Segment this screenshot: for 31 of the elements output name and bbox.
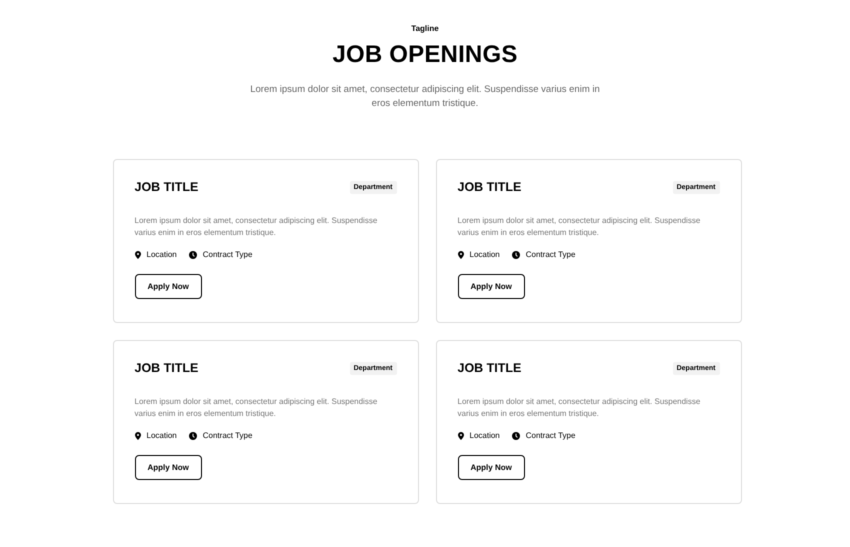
location-label: Location xyxy=(470,431,500,440)
job-description: Lorem ipsum dolor sit amet, consectetur adipiscing elit. Suspendisse varius enim in eros elementum tristique. xyxy=(134,215,378,239)
clock-icon xyxy=(512,250,520,258)
clock-icon xyxy=(188,432,197,440)
location-pin-icon xyxy=(458,250,464,258)
contract-type-label: Contract Type xyxy=(202,250,252,259)
page-description: Lorem ipsum dolor sit amet, consectetur adipiscing elit. Suspendisse varius enim in eros elementum tristique. xyxy=(249,83,601,111)
job-title: JOB TITLE xyxy=(134,361,198,375)
tagline: Tagline xyxy=(411,24,439,33)
location-label: Location xyxy=(470,250,500,259)
apply-button[interactable]: Apply Now xyxy=(458,455,525,480)
apply-button[interactable]: Apply Now xyxy=(134,455,202,480)
contract-type-label: Contract Type xyxy=(202,431,252,440)
job-title: JOB TITLE xyxy=(458,361,522,375)
contract-type-label: Contract Type xyxy=(526,431,576,440)
job-description: Lorem ipsum dolor sit amet, consectetur adipiscing elit. Suspendisse varius enim in eros elementum tristique. xyxy=(458,396,702,420)
location-pin-icon xyxy=(458,432,464,440)
clock-icon xyxy=(188,250,197,258)
location-label: Location xyxy=(146,431,177,440)
job-title: JOB TITLE xyxy=(134,180,198,194)
contract-type-label: Contract Type xyxy=(526,250,576,259)
job-description: Lorem ipsum dolor sit amet, consectetur adipiscing elit. Suspendisse varius enim in eros elementum tristique. xyxy=(458,215,702,239)
location-label: Location xyxy=(146,250,177,259)
apply-button[interactable]: Apply Now xyxy=(458,274,525,299)
page-title: JOB OPENINGS xyxy=(332,41,518,69)
location-pin-icon xyxy=(134,250,140,258)
clock-icon xyxy=(512,432,520,440)
job-title: JOB TITLE xyxy=(458,180,522,194)
location-pin-icon xyxy=(134,432,140,440)
apply-button[interactable]: Apply Now xyxy=(134,274,202,299)
job-description: Lorem ipsum dolor sit amet, consectetur adipiscing elit. Suspendisse varius enim in eros elementum tristique. xyxy=(134,396,378,420)
